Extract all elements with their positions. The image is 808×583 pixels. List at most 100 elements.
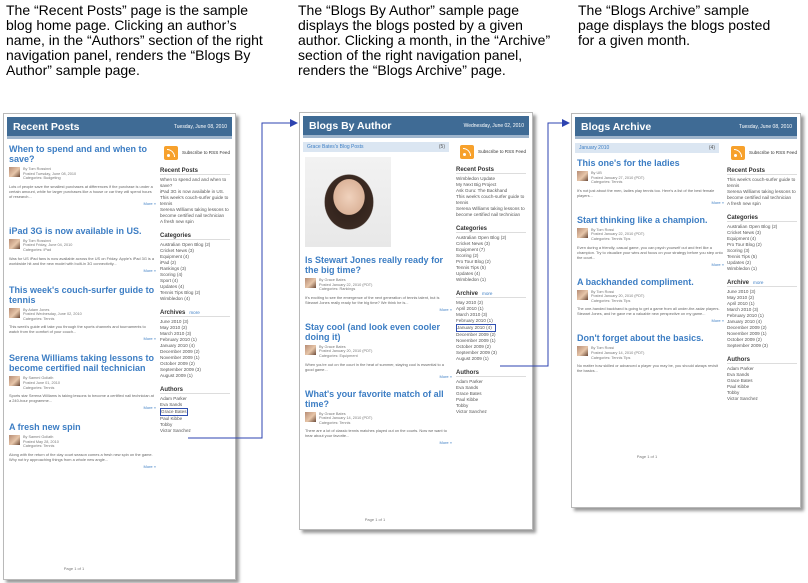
recent-post-link[interactable]: A fresh new spin: [727, 201, 797, 207]
authors-heading: Authors: [160, 387, 230, 394]
recent-post-link[interactable]: Serena Williams taking lessons to become…: [456, 206, 526, 218]
post-meta: By Sammi Goliath Posted May 28, 2010 Cat…: [23, 435, 59, 449]
more-link[interactable]: More »: [9, 201, 156, 206]
post-meta: By Adam Jones Posted Wednesday, June 02,…: [23, 307, 82, 321]
post-title[interactable]: This one's for the ladies: [577, 158, 724, 168]
categories-list: Australian Open Blog (2) Cricket News (3…: [160, 242, 230, 302]
post-title[interactable]: A backhanded compliment.: [577, 277, 724, 287]
rss-widget[interactable]: Subscribe to RSS Feed: [727, 146, 797, 160]
archive-link[interactable]: August 2009 (1): [160, 373, 230, 379]
caption-blogs-by-author: The “Blogs By Author” sample page displa…: [298, 2, 551, 78]
archive-heading-label: Archive: [727, 280, 750, 286]
post-meta: By Sammi Goliath Posted June 01, 2010 Ca…: [23, 376, 60, 390]
page-title: Blogs By Author: [309, 120, 392, 132]
archive-more-link[interactable]: more: [753, 280, 763, 285]
author-link[interactable]: Victor Sanchez: [456, 409, 526, 415]
category-link[interactable]: Wimbledon (1): [456, 277, 526, 283]
more-link[interactable]: More »: [577, 262, 724, 267]
pager[interactable]: Page 1 of 1: [44, 566, 104, 571]
more-link[interactable]: More »: [9, 336, 156, 341]
recent-posts-heading: Recent Posts: [160, 168, 230, 175]
archive-link[interactable]: February 2010 (1): [456, 318, 526, 324]
post-title[interactable]: When to spend and and when to save?: [9, 144, 156, 164]
post-body: It's exciting to see the emergence of th…: [305, 294, 440, 305]
recent-posts-list: This week's couch-surfer guide to tennis…: [727, 177, 797, 207]
archive-link[interactable]: September 2009 (3): [727, 343, 797, 349]
posts-column: When to spend and and when to save? By T…: [9, 144, 156, 469]
recent-post-link[interactable]: This week's couch-surfer guide to tennis: [456, 194, 526, 206]
post-title[interactable]: Start thinking like a champion.: [577, 215, 724, 225]
recent-posts-list: Wimbledon Update My Next Big Project Ask…: [456, 176, 526, 218]
rss-widget[interactable]: Subscribe to RSS Feed: [456, 145, 526, 159]
archive-list: June 2010 (3) May 2010 (2) April 2010 (1…: [727, 289, 797, 349]
page-header: Recent Posts Tuesday, June 08, 2010: [7, 117, 232, 139]
post-3: What's your favorite match of all time? …: [305, 389, 452, 445]
page-title: Blogs Archive: [581, 121, 652, 133]
recent-post-link[interactable]: When to spend and and when to save?: [160, 177, 230, 189]
recent-post-link[interactable]: A fresh new spin: [160, 219, 230, 225]
more-link[interactable]: More »: [577, 200, 724, 205]
post-title[interactable]: Stay cool (and look even cooler doing it…: [305, 322, 452, 342]
author-link[interactable]: Eva Sands: [160, 402, 230, 408]
avatar: [577, 289, 588, 300]
post-meta: By Grace Bates Posted January 14, 2010 (…: [319, 411, 373, 425]
author-link[interactable]: Victor Sanchez: [160, 428, 230, 434]
pager[interactable]: Page 1 of 1: [350, 517, 400, 522]
avatar: [9, 307, 20, 318]
more-link[interactable]: More »: [305, 440, 452, 445]
post-meta: By Tom Rossinni Posted Tuesday, June 08,…: [23, 167, 77, 181]
rss-label: Subscribe to RSS Feed: [478, 149, 527, 154]
post-title[interactable]: Is Stewart Jones really ready for the bi…: [305, 255, 452, 275]
recent-posts-heading: Recent Posts: [727, 168, 797, 175]
post-3: This week's couch-surfer guide to tennis…: [9, 285, 156, 341]
post-body: There are a lot of classic tennis matche…: [305, 428, 447, 439]
recent-post-link[interactable]: This week's couch-surfer guide to tennis: [160, 195, 230, 207]
avatar: [305, 344, 316, 355]
post-1: Is Stewart Jones really ready for the bi…: [305, 255, 452, 312]
post-title[interactable]: What's your favorite match of all time?: [305, 389, 452, 409]
category-link[interactable]: Wimbledon (1): [727, 266, 797, 272]
archive-more-link[interactable]: more: [189, 310, 199, 315]
pager[interactable]: Page 1 of 1: [622, 454, 672, 459]
more-link[interactable]: More »: [9, 268, 156, 273]
categories-list: Australian Open Blog (2) Cricket News (3…: [727, 224, 797, 272]
archive-link-highlighted[interactable]: January 2010 (4): [456, 324, 496, 332]
more-link[interactable]: More »: [9, 405, 156, 410]
post-title[interactable]: This week's couch-surfer guide to tennis: [9, 285, 156, 305]
post-2: Start thinking like a champion. By Tom R…: [577, 215, 724, 267]
post-body: The one-handed backhand is going to get …: [577, 306, 720, 317]
avatar: [305, 411, 316, 422]
more-link[interactable]: More »: [9, 464, 156, 469]
month-strip-count: (4): [708, 145, 715, 151]
archive-heading: Archive more: [727, 280, 797, 287]
month-strip: January 2010 (4): [575, 143, 719, 153]
archive-link[interactable]: August 2009 (1): [456, 356, 526, 362]
more-link[interactable]: More »: [305, 307, 452, 312]
avatar: [9, 435, 20, 446]
page-date: Tuesday, June 08, 2010: [738, 124, 792, 130]
archive-list: June 2010 (3) May 2010 (2) March 2010 (3…: [160, 319, 230, 379]
recent-post-link[interactable]: This week's couch-surfer guide to tennis: [727, 177, 797, 189]
rss-widget[interactable]: Subscribe to RSS Feed: [160, 146, 230, 160]
recent-posts-list: When to spend and and when to save? iPad…: [160, 177, 230, 225]
recent-post-link[interactable]: Serena Williams taking lessons to become…: [727, 189, 797, 201]
avatar: [9, 376, 20, 387]
author-link-highlighted[interactable]: Grace Bates: [160, 408, 188, 416]
page-header: Blogs Archive Tuesday, June 08, 2010: [575, 117, 797, 139]
post-title[interactable]: Serena Williams taking lessons to become…: [9, 353, 156, 373]
archive-more-link[interactable]: more: [482, 291, 492, 296]
category-link[interactable]: Wimbledon (4): [160, 296, 230, 302]
categories-heading: Categories: [727, 215, 797, 222]
post-title[interactable]: A fresh new spin: [9, 422, 156, 432]
page-header: Blogs By Author Wednesday, June 02, 2010: [303, 116, 529, 138]
post-title[interactable]: Don't forget about the basics.: [577, 333, 724, 343]
author-link[interactable]: Victor Sanchez: [727, 396, 797, 402]
post-title[interactable]: iPad 3G is now available in US.: [9, 226, 156, 236]
rss-label: Subscribe to RSS Feed: [749, 150, 798, 155]
more-link[interactable]: More »: [577, 318, 724, 323]
more-link[interactable]: More »: [305, 374, 452, 379]
recent-post-link[interactable]: Serena Williams taking lessons to become…: [160, 207, 230, 219]
archive-heading-label: Archives: [160, 310, 186, 316]
right-nav: Subscribe to RSS Feed Recent Posts When …: [160, 146, 230, 434]
recent-posts-screenshot: Recent Posts Tuesday, June 08, 2010 When…: [3, 113, 236, 580]
